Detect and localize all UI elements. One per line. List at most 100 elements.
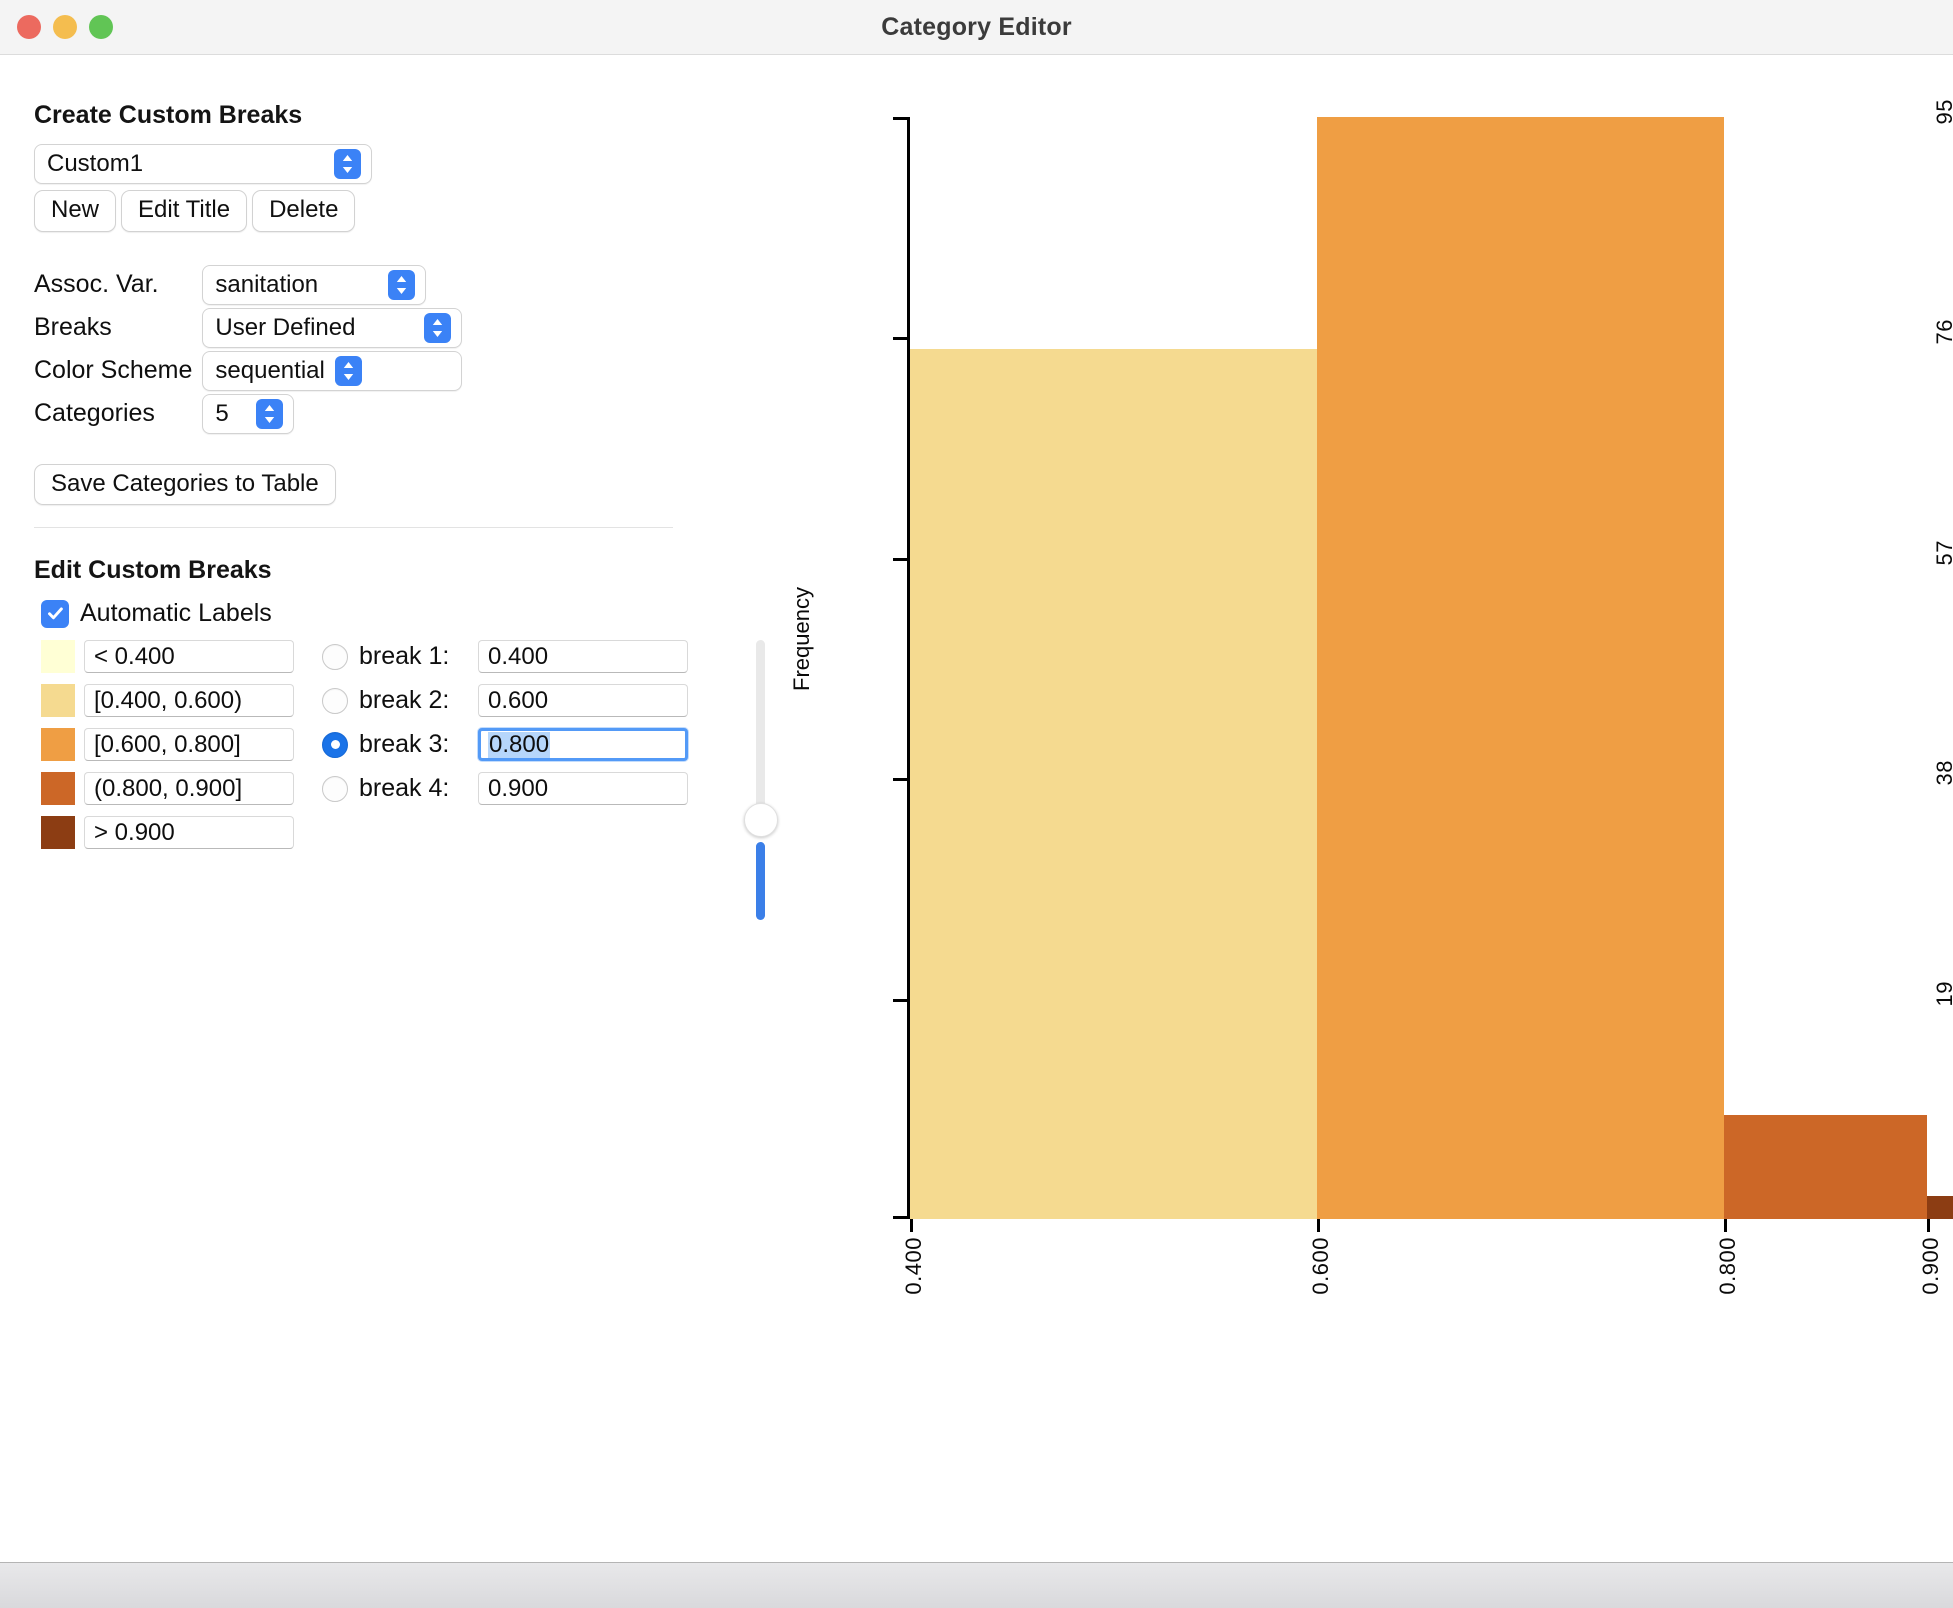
slider-track-filled: [756, 842, 765, 921]
y-axis-tick: [893, 778, 907, 781]
break-values-column: break 1: 0.400 break 2: 0.600 break 3: 0…: [322, 640, 688, 849]
assoc-var-select[interactable]: sanitation: [202, 264, 427, 305]
category-label-row: > 0.900: [41, 816, 294, 850]
break-name-label: break 4:: [359, 774, 450, 803]
histogram-bar[interactable]: [1724, 1115, 1927, 1219]
break-radio[interactable]: [322, 643, 348, 670]
automatic-labels-checkbox[interactable]: [41, 599, 69, 628]
category-label-input[interactable]: [0.600, 0.800]: [84, 728, 294, 762]
x-axis-tick-label: 0.400: [901, 1237, 926, 1295]
y-axis-tick: [893, 999, 907, 1002]
break-radio-selected[interactable]: [322, 731, 348, 758]
window-titlebar: Category Editor: [0, 0, 1953, 55]
preset-actions-row: New Edit Title Delete: [34, 190, 845, 232]
create-custom-breaks-heading: Create Custom Breaks: [34, 101, 303, 129]
category-label-row: (0.800, 0.900]: [41, 772, 294, 806]
histogram-plot-area: 95 76 57 38 19 0 Frequency: [789, 99, 1953, 1295]
assoc-var-label: Assoc. Var.: [34, 270, 159, 299]
chevron-updown-icon[interactable]: [256, 398, 284, 429]
color-scheme-label: Color Scheme: [34, 356, 193, 385]
y-axis-tick: [893, 117, 907, 120]
chevron-updown-icon[interactable]: [424, 312, 452, 343]
color-scheme-select[interactable]: sequential: [202, 350, 463, 391]
histogram-bar[interactable]: [1317, 117, 1724, 1219]
category-color-swatch[interactable]: [41, 728, 75, 762]
break-value-input-focused[interactable]: 0.800: [478, 728, 688, 762]
y-axis-tick: [893, 558, 907, 561]
settings-form: Assoc. Var. sanitation Breaks User Defin…: [34, 264, 845, 434]
window-statusbar: [0, 1562, 1953, 1608]
histogram-bars: [910, 117, 1953, 1219]
edit-title-button[interactable]: Edit Title: [121, 190, 248, 232]
category-label-input[interactable]: > 0.900: [84, 816, 294, 850]
breaks-label: Breaks: [34, 313, 112, 342]
y-axis-tick: [893, 1216, 907, 1219]
settings-panel: Create Custom Breaks Custom1 New Edit Ti…: [0, 55, 845, 1562]
section-divider: [34, 527, 673, 529]
break-row: break 4: 0.900: [322, 772, 688, 806]
x-axis-tick: [1927, 1219, 1930, 1232]
category-editor-window: Category Editor Create Custom Breaks Cus…: [0, 0, 1953, 1608]
y-axis-title: Frequency: [789, 587, 814, 691]
save-categories-to-table-button[interactable]: Save Categories to Table: [34, 463, 336, 505]
category-color-swatch[interactable]: [41, 772, 75, 806]
category-label-row: [0.400, 0.600): [41, 684, 294, 718]
window-title: Category Editor: [881, 12, 1072, 41]
break-row: break 2: 0.600: [322, 684, 688, 718]
histogram-bar[interactable]: [910, 349, 1317, 1219]
break-name-label: break 2:: [359, 686, 450, 715]
edit-custom-breaks-heading: Edit Custom Breaks: [34, 556, 272, 585]
color-scheme-value: sequential: [215, 356, 325, 384]
category-color-swatch[interactable]: [41, 684, 75, 718]
custom-breaks-preset-value: Custom1: [47, 150, 144, 177]
slider-track-upper: [756, 640, 765, 826]
custom-breaks-preset-select[interactable]: Custom1: [34, 144, 372, 184]
automatic-labels-row[interactable]: Automatic Labels: [41, 599, 845, 628]
x-axis-tick: [1317, 1219, 1320, 1232]
break-row: break 1: 0.400: [322, 640, 688, 674]
break-row: break 3: 0.800: [322, 728, 688, 762]
break-value-slider[interactable]: [730, 640, 790, 940]
x-axis-tick-label: 0.600: [1308, 1237, 1333, 1295]
chevron-updown-icon[interactable]: [334, 149, 361, 179]
break-value-input[interactable]: 0.400: [478, 640, 688, 674]
chevron-updown-icon[interactable]: [388, 269, 416, 300]
category-labels-column: < 0.400 [0.400, 0.600) [0.600, 0.800] (0…: [41, 640, 294, 850]
x-axis-tick-label: 0.900: [1918, 1237, 1943, 1295]
save-categories-row: Save Categories to Table: [34, 463, 845, 505]
break-name-label: break 3:: [359, 730, 450, 759]
break-value-input[interactable]: 0.600: [478, 684, 688, 718]
assoc-var-value: sanitation: [215, 270, 319, 298]
automatic-labels-label: Automatic Labels: [80, 599, 272, 628]
category-color-swatch[interactable]: [41, 640, 75, 674]
break-value-selected-text: 0.800: [488, 730, 551, 758]
categories-select[interactable]: 5: [202, 393, 295, 434]
chevron-updown-icon[interactable]: [334, 355, 362, 386]
categories-value: 5: [215, 399, 229, 427]
categories-label: Categories: [34, 399, 155, 428]
break-radio[interactable]: [322, 687, 348, 714]
category-label-input[interactable]: < 0.400: [84, 640, 294, 674]
window-body: Create Custom Breaks Custom1 New Edit Ti…: [0, 55, 1953, 1562]
breaks-method-select[interactable]: User Defined: [202, 307, 463, 348]
y-axis-tick: [893, 337, 907, 340]
category-label-row: [0.600, 0.800]: [41, 728, 294, 762]
break-value-input[interactable]: 0.900: [478, 772, 688, 806]
break-radio[interactable]: [322, 775, 348, 802]
x-axis-tick-label: 0.800: [1715, 1237, 1740, 1295]
breaks-editor: < 0.400 [0.400, 0.600) [0.600, 0.800] (0…: [0, 640, 845, 921]
breaks-method-value: User Defined: [215, 313, 356, 341]
category-label-input[interactable]: (0.800, 0.900]: [84, 772, 294, 806]
histogram-panel: 95 76 57 38 19 0 Frequency: [789, 55, 1953, 1562]
category-color-swatch[interactable]: [41, 816, 75, 850]
x-axis-tick: [1724, 1219, 1727, 1232]
slider-thumb[interactable]: [744, 803, 778, 838]
break-name-label: break 1:: [359, 642, 450, 671]
category-label-input[interactable]: [0.400, 0.600): [84, 684, 294, 718]
x-axis-tick: [910, 1219, 913, 1232]
histogram-bar[interactable]: [1927, 1196, 1953, 1219]
frequency-histogram: 95 76 57 38 19 0 Frequency: [789, 55, 1953, 1562]
new-button[interactable]: New: [34, 190, 117, 232]
delete-button[interactable]: Delete: [252, 190, 356, 232]
category-label-row: < 0.400: [41, 640, 294, 674]
